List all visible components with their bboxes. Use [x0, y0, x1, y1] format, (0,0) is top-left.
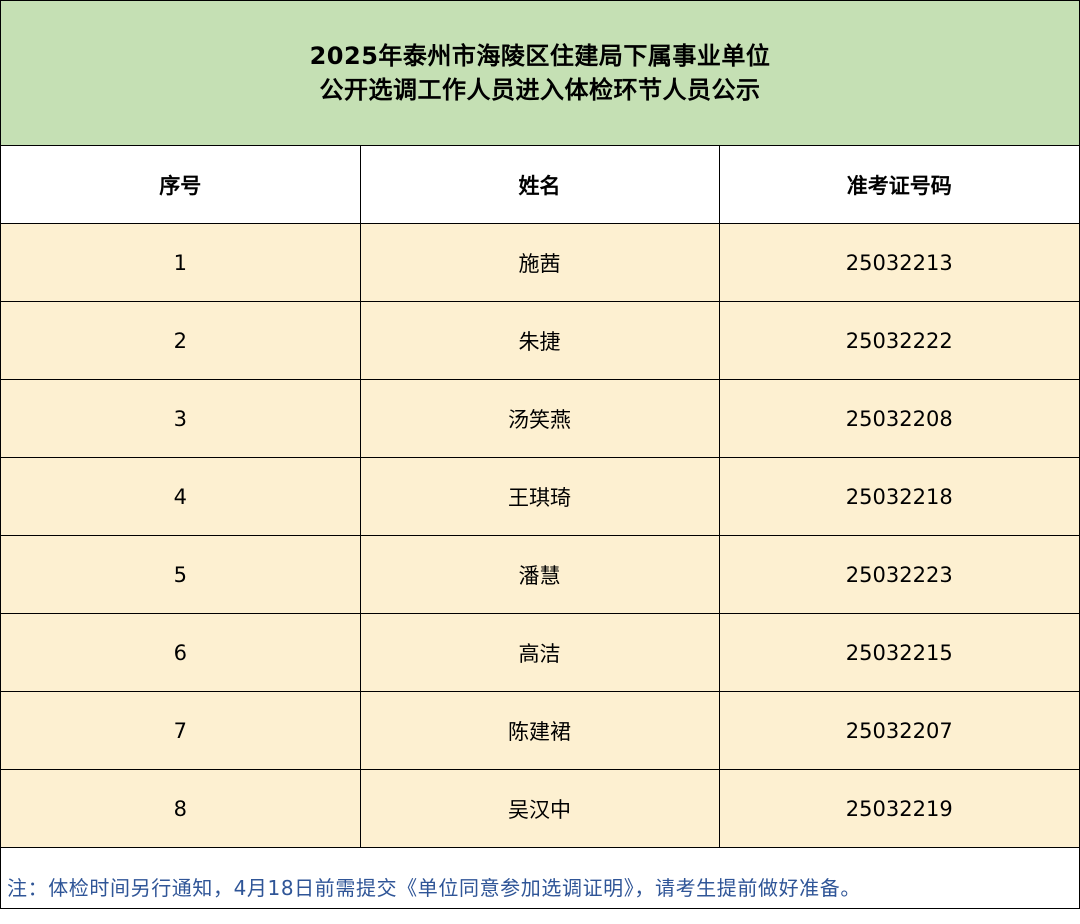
cell-ticket-number: 25032222: [718, 301, 1079, 380]
cell-index: 7: [1, 691, 361, 770]
table-row: 1 施茜 25032213: [1, 223, 1079, 302]
cell-ticket-number: 25032219: [718, 769, 1079, 848]
cell-index: 4: [1, 457, 361, 536]
cell-index: 8: [1, 769, 361, 848]
table-row: 3 汤笑燕 25032208: [1, 379, 1079, 458]
table-row: 7 陈建裙 25032207: [1, 691, 1079, 770]
table-row: 6 高洁 25032215: [1, 613, 1079, 692]
table-row: 4 王琪琦 25032218: [1, 457, 1079, 536]
cell-name: 施茜: [359, 223, 720, 302]
header-name: 姓名: [359, 146, 720, 224]
title-block: 2025年泰州市海陵区住建局下属事业单位 公开选调工作人员进入体检环节人员公示: [1, 1, 1079, 146]
cell-index: 2: [1, 301, 361, 380]
cell-index: 3: [1, 379, 361, 458]
table-row: 2 朱捷 25032222: [1, 301, 1079, 380]
cell-name: 潘慧: [359, 535, 720, 614]
cell-ticket-number: 25032207: [718, 691, 1079, 770]
table-row: 8 吴汉中 25032219: [1, 769, 1079, 848]
cell-ticket-number: 25032208: [718, 379, 1079, 458]
announcement-sheet: 2025年泰州市海陵区住建局下属事业单位 公开选调工作人员进入体检环节人员公示 …: [0, 0, 1080, 909]
cell-name: 吴汉中: [359, 769, 720, 848]
cell-ticket-number: 25032215: [718, 613, 1079, 692]
cell-name: 高洁: [359, 613, 720, 692]
header-ticket-number: 准考证号码: [718, 146, 1079, 224]
cell-index: 1: [1, 223, 361, 302]
cell-ticket-number: 25032213: [718, 223, 1079, 302]
title-line-2: 公开选调工作人员进入体检环节人员公示: [319, 76, 761, 104]
roster-table: 序号 姓名 准考证号码 1 施茜 25032213 2 朱捷 25032222 …: [1, 146, 1079, 848]
cell-name: 朱捷: [359, 301, 720, 380]
cell-ticket-number: 25032223: [718, 535, 1079, 614]
title-line-1: 2025年泰州市海陵区住建局下属事业单位: [309, 42, 771, 70]
cell-name: 汤笑燕: [359, 379, 720, 458]
table-header-row: 序号 姓名 准考证号码: [1, 146, 1079, 224]
cell-index: 5: [1, 535, 361, 614]
cell-name: 王琪琦: [359, 457, 720, 536]
footnote: 注：体检时间另行通知，4月18日前需提交《单位同意参加选调证明》，请考生提前做好…: [7, 875, 861, 900]
cell-index: 6: [1, 613, 361, 692]
cell-name: 陈建裙: [359, 691, 720, 770]
cell-ticket-number: 25032218: [718, 457, 1079, 536]
header-index: 序号: [1, 146, 361, 224]
table-row: 5 潘慧 25032223: [1, 535, 1079, 614]
